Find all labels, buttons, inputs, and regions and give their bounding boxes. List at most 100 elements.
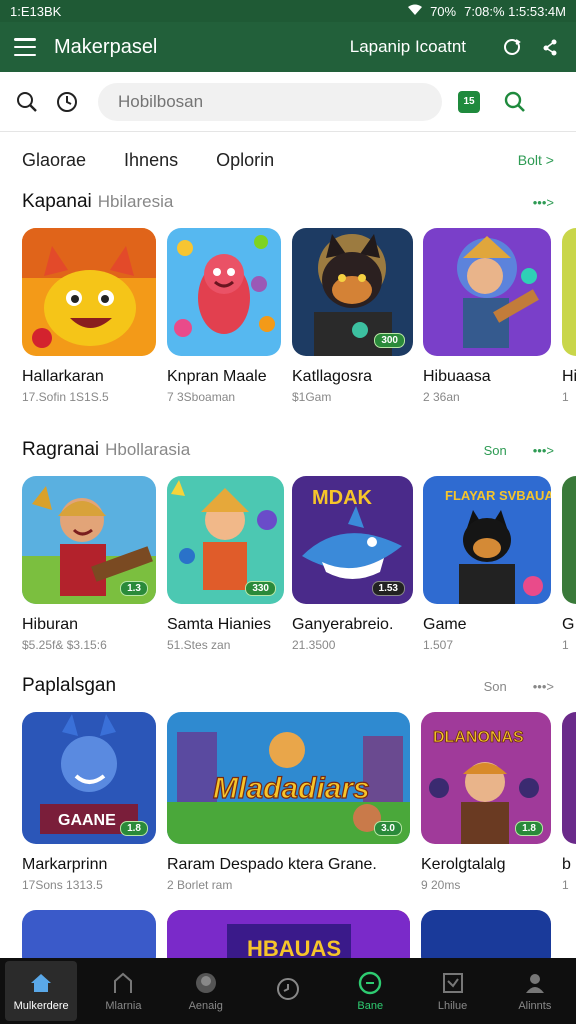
app-card[interactable]: Hi 1 [562, 228, 576, 404]
app-thumbnail[interactable]: HBAUAS [167, 910, 410, 958]
nav-history[interactable] [252, 976, 324, 1006]
app-card[interactable]: 1.3 Hiburan $5.25f& $3.15:6 [22, 476, 156, 652]
menu-icon[interactable] [14, 38, 36, 56]
section-see-all[interactable]: Son [484, 679, 507, 694]
status-bar: 1:E13BK 70% 7:08:% 1:5:53:4M [0, 0, 576, 22]
nav-library[interactable]: Lhilue [417, 970, 489, 1012]
section-title: Ragranai [22, 439, 100, 460]
refresh-icon[interactable] [500, 35, 524, 59]
section-title: Paplalsgan [22, 675, 117, 696]
app-card[interactable]: G 1 [562, 476, 576, 652]
banner-text: MDAK [312, 487, 373, 509]
thumbnail-text: GAANE [58, 812, 116, 829]
app-thumbnail[interactable] [22, 910, 156, 958]
section-more-arrow[interactable]: •••> [533, 195, 554, 210]
app-thumbnail [562, 476, 576, 604]
next-row-peek: HBAUAS [0, 910, 576, 958]
section-kapanai: Kapanai Hbilaresia •••> Hallarkaran 17.S… [0, 186, 576, 408]
header-link[interactable]: Lapanip Icoatnt [350, 37, 466, 57]
nav-store[interactable]: Mlarnia [87, 970, 159, 1012]
tab-ihnens[interactable]: Ihnens [124, 150, 178, 171]
clock-icon [275, 976, 301, 1002]
nav-home[interactable]: Mulkerdere [5, 961, 78, 1021]
app-card[interactable]: Knpran Maale 7 3Sboaman [167, 228, 281, 404]
app-thumbnail [562, 712, 576, 844]
store-icon [110, 970, 136, 996]
app-card[interactable]: b 1 [562, 712, 576, 892]
avatar-icon [193, 970, 219, 996]
app-card[interactable]: DLANONAS 1.8 Kerolgtalalg 9 20ms [421, 712, 551, 892]
app-meta: 21.3500 [292, 638, 336, 652]
banner-text: FLAYAR SVBAUAS [445, 488, 551, 503]
search-submit-icon[interactable] [502, 89, 528, 115]
price-tag: 1.53 [371, 581, 405, 596]
app-thumbnail[interactable] [421, 910, 551, 958]
nav-avatar[interactable]: Aenaig [170, 970, 242, 1012]
app-thumbnail: 1.3 [22, 476, 156, 604]
section-title: Kapanai [22, 191, 92, 212]
search-input[interactable] [116, 90, 424, 113]
check-icon [440, 970, 466, 996]
nav-game[interactable]: Bane [334, 970, 406, 1012]
thumbnail-text: HBAUAS [247, 936, 341, 958]
app-meta: 9 20ms [421, 878, 461, 892]
app-card[interactable]: 300 Katllagosra $1Gam [292, 228, 413, 404]
app-name: Ganyerabreio. [292, 616, 394, 633]
history-icon[interactable] [54, 89, 80, 115]
app-card[interactable]: FLAYAR SVBAUAS Game 1.507 [423, 476, 551, 652]
price-tag: 1.3 [120, 581, 148, 596]
app-meta: $5.25f& $3.15:6 [22, 638, 107, 652]
search-icon[interactable] [14, 89, 40, 115]
filter-badge-icon[interactable]: 15 [458, 90, 480, 113]
app-card[interactable]: Hallarkaran 17.Sofin 1S1S.5 [22, 228, 156, 404]
tab-oplorin[interactable]: Oplorin [216, 150, 274, 171]
section-more-arrow[interactable]: •••> [533, 443, 554, 458]
app-name: b [562, 856, 571, 873]
section-subtitle: Hbilaresia [97, 192, 174, 211]
thumbnail-text: DLANONAS [433, 729, 524, 746]
status-battery: 70% [430, 3, 457, 19]
price-tag: 300 [374, 333, 405, 348]
app-name: Hibuaasa [423, 368, 491, 385]
app-name: Katllagosra [292, 368, 373, 385]
section-see-all[interactable]: Son [484, 443, 507, 458]
app-thumbnail: FLAYAR SVBAUAS [423, 476, 551, 604]
app-card[interactable]: 330 Samta Hianies 51.Stes zan [167, 476, 284, 652]
app-meta: 51.Stes zan [167, 638, 231, 652]
search-field[interactable] [98, 82, 442, 121]
app-card[interactable]: GAANE 1.8 Markarprinn 17Sons 1313.5 [22, 712, 156, 892]
app-meta: 17Sons 1313.5 [22, 878, 103, 892]
tab-glaorae[interactable]: Glaorae [22, 150, 86, 171]
app-thumbnail [562, 228, 576, 356]
nav-account[interactable]: Alinnts [499, 970, 571, 1012]
tabs-more-link[interactable]: Bolt > [518, 152, 554, 168]
thumbnail-text: Mladadiars [213, 772, 370, 805]
app-meta: 1 [562, 390, 569, 404]
app-meta: 7 3Sboaman [167, 390, 236, 404]
app-thumbnail [22, 228, 156, 356]
status-time: 1:E13BK [10, 3, 62, 19]
section-more-arrow[interactable]: •••> [533, 679, 554, 694]
app-name: Hallarkaran [22, 368, 104, 385]
app-name: Hi [562, 368, 576, 385]
app-name: Hiburan [22, 616, 79, 633]
app-card[interactable]: Hibuaasa 2 36an [423, 228, 551, 404]
home-icon [28, 970, 54, 996]
app-meta: $1Gam [292, 390, 332, 404]
section-paplalsgan: Paplalsgan Son •••> GAANE 1.8 Markarprin… [0, 670, 576, 892]
app-name: Knpran Maale [167, 368, 267, 385]
price-tag: 1.8 [120, 821, 148, 836]
app-meta: 2 Borlet ram [167, 878, 233, 892]
app-name: Samta Hianies [167, 616, 272, 633]
share-icon[interactable] [538, 35, 562, 59]
wifi-icon [408, 4, 423, 19]
app-card[interactable]: Mladadiars 3.0 Raram Despado ktera Grane… [167, 712, 410, 892]
app-thumbnail [423, 228, 551, 356]
app-name: Markarprinn [22, 856, 108, 873]
app-thumbnail: GAANE 1.8 [22, 712, 156, 844]
app-name: Game [423, 616, 467, 633]
app-card[interactable]: MDAK 1.53 Ganyerabreio. 21.3500 [292, 476, 413, 652]
app-thumbnail [167, 228, 281, 356]
app-thumbnail: 330 [167, 476, 284, 604]
price-tag: 330 [245, 581, 276, 596]
